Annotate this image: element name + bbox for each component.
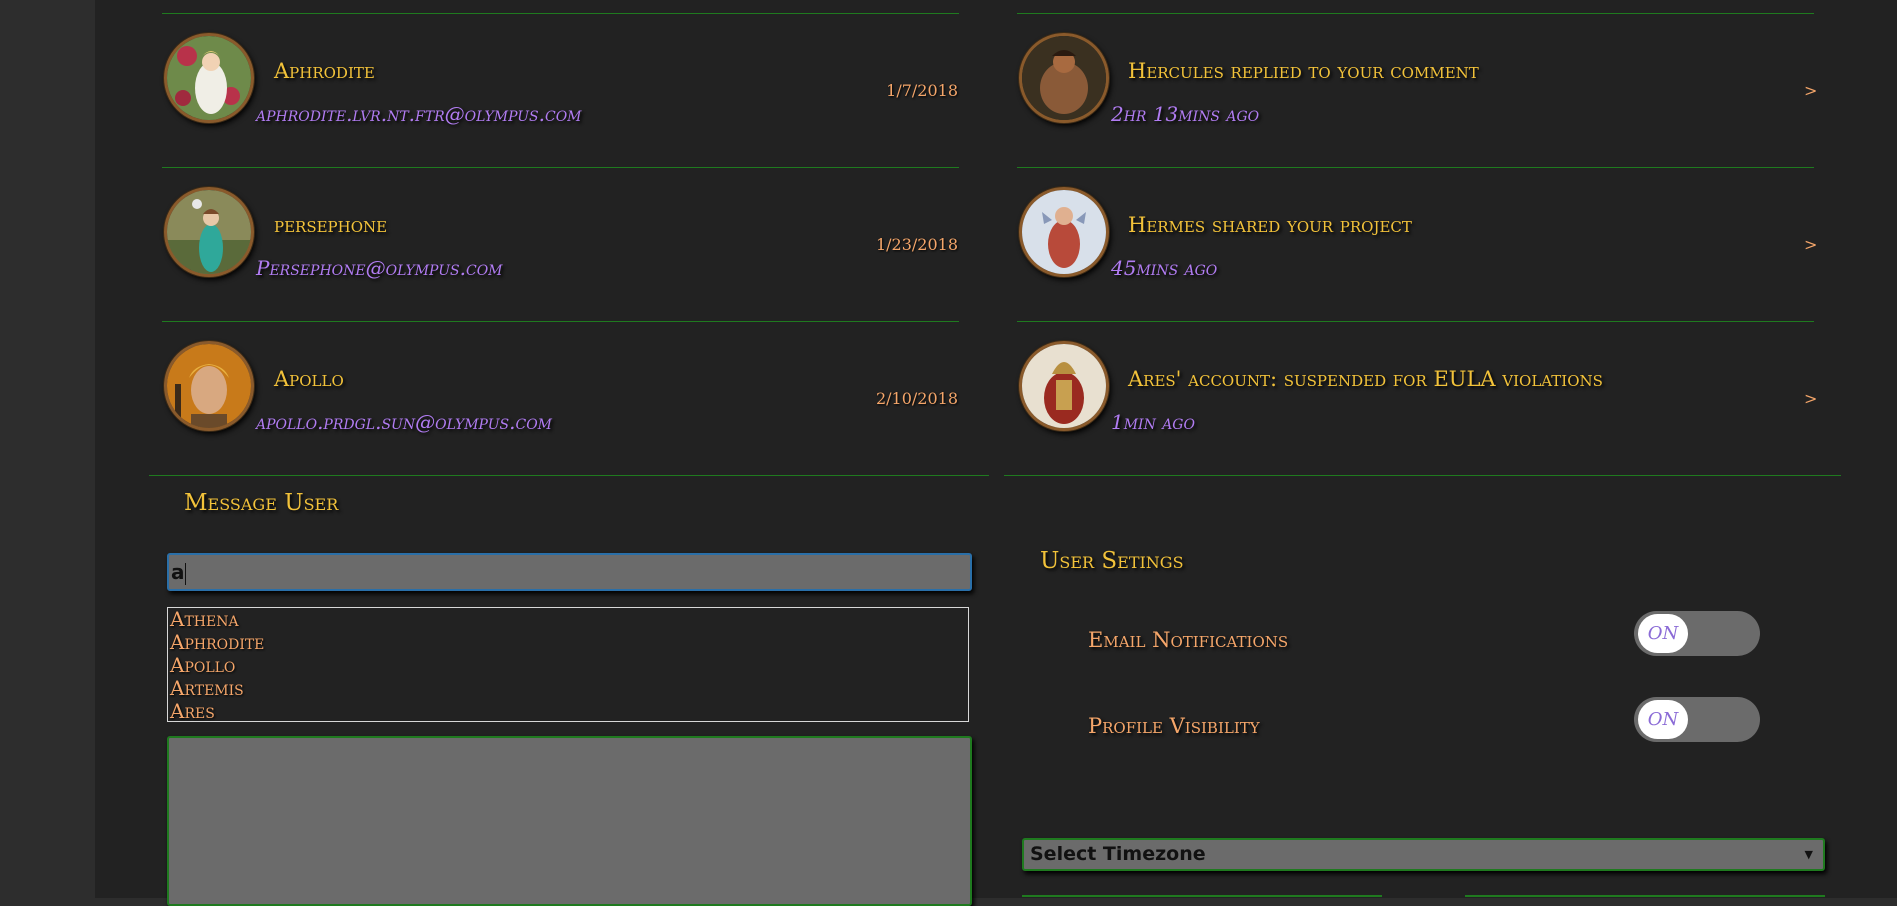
divider bbox=[162, 167, 959, 168]
email-notifications-toggle[interactable]: ON bbox=[1634, 611, 1760, 656]
left-gutter bbox=[0, 0, 95, 898]
divider bbox=[149, 475, 989, 476]
message-textarea[interactable] bbox=[167, 736, 972, 906]
avatar bbox=[164, 341, 254, 431]
user-date: 1/7/2018 bbox=[886, 81, 958, 100]
search-value: a bbox=[171, 560, 185, 584]
notification-text: Ares' account: suspended for EULA violat… bbox=[1128, 367, 1603, 391]
chevron-right-icon[interactable]: > bbox=[1804, 81, 1817, 100]
text-cursor bbox=[184, 562, 186, 585]
avatar bbox=[1019, 341, 1109, 431]
user-date: 1/23/2018 bbox=[875, 235, 958, 254]
notification-time: 45mins ago bbox=[1111, 256, 1218, 280]
avatar bbox=[1019, 187, 1109, 277]
divider bbox=[1022, 895, 1382, 897]
chevron-right-icon[interactable]: > bbox=[1804, 235, 1817, 254]
user-name: Apollo bbox=[274, 367, 344, 391]
divider bbox=[1017, 13, 1814, 14]
avatar bbox=[164, 187, 254, 277]
user-email[interactable]: apollo.prdgl.sun@olympus.com bbox=[256, 410, 552, 434]
notification-time: 2hr 13mins ago bbox=[1111, 102, 1260, 126]
timezone-select-value: Select Timezone bbox=[1030, 843, 1206, 865]
suggestion-item[interactable]: Aphrodite bbox=[168, 631, 968, 654]
suggestion-item[interactable]: Athena bbox=[168, 608, 968, 631]
divider bbox=[1004, 475, 1841, 476]
divider bbox=[1017, 167, 1814, 168]
notification-time: 1min ago bbox=[1111, 410, 1195, 434]
profile-visibility-label: Profile Visibility bbox=[1088, 714, 1260, 738]
suggestion-item[interactable]: Apollo bbox=[168, 654, 968, 677]
divider bbox=[162, 13, 959, 14]
user-email[interactable]: Persephone@olympus.com bbox=[256, 256, 503, 280]
avatar bbox=[164, 33, 254, 123]
suggestion-item[interactable]: Ares bbox=[168, 700, 968, 723]
profile-visibility-toggle[interactable]: ON bbox=[1634, 697, 1760, 742]
suggestion-item[interactable]: Artemis bbox=[168, 677, 968, 700]
avatar bbox=[1019, 33, 1109, 123]
recipient-search-input[interactable]: a bbox=[167, 553, 972, 591]
notification-text: Hercules replied to your comment bbox=[1128, 59, 1479, 83]
timezone-select[interactable]: Select Timezone ▼ bbox=[1022, 838, 1825, 871]
toggle-knob: ON bbox=[1638, 614, 1688, 653]
user-email[interactable]: aphrodite.lvr.nt.ftr@olympus.com bbox=[256, 102, 582, 126]
chevron-down-icon: ▼ bbox=[1804, 848, 1813, 861]
user-settings-title: User Setings bbox=[1040, 548, 1184, 574]
email-notifications-label: Email Notifications bbox=[1088, 628, 1289, 652]
toggle-knob: ON bbox=[1638, 700, 1688, 739]
notification-text: Hermes shared your project bbox=[1128, 213, 1412, 237]
user-name: Aphrodite bbox=[274, 59, 375, 83]
divider bbox=[1017, 321, 1814, 322]
autocomplete-list: Athena Aphrodite Apollo Artemis Ares bbox=[167, 607, 969, 723]
user-name: persephone bbox=[274, 213, 388, 237]
chevron-right-icon[interactable]: > bbox=[1804, 389, 1817, 408]
divider bbox=[1465, 895, 1825, 897]
message-user-title: Message User bbox=[184, 490, 339, 516]
divider bbox=[162, 321, 959, 322]
user-date: 2/10/2018 bbox=[875, 389, 958, 408]
